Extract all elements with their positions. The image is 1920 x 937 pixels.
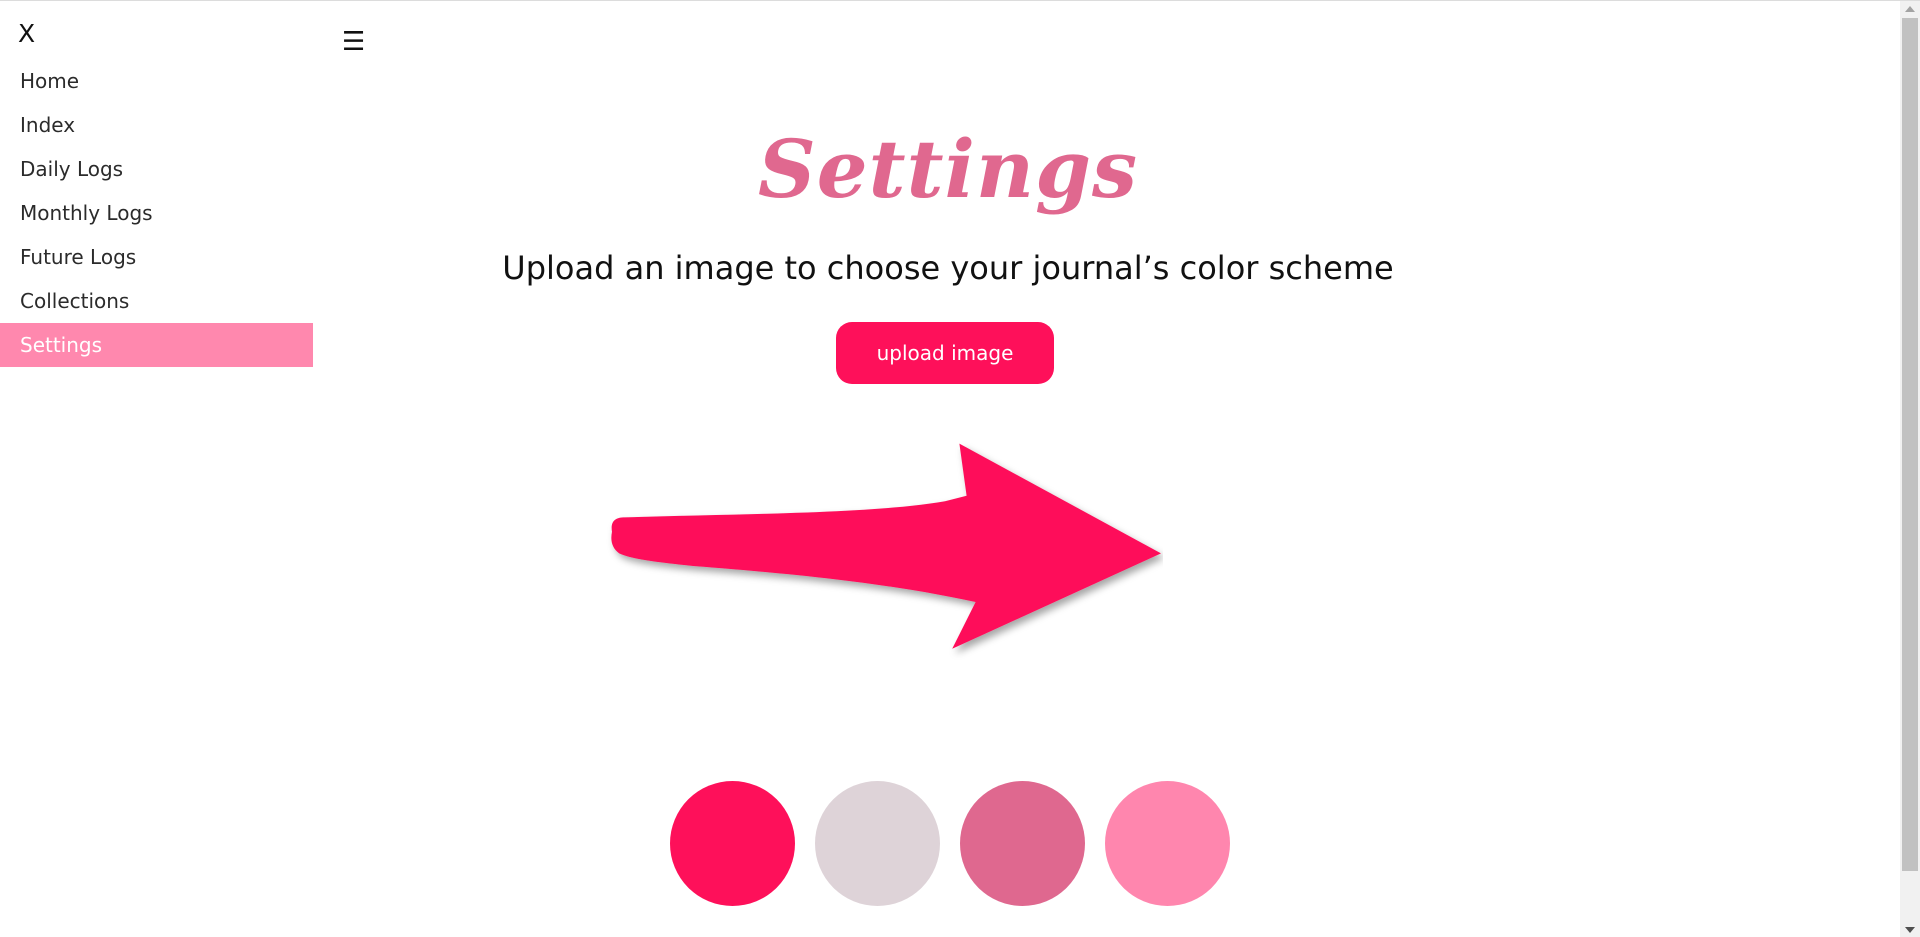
scroll-thumb[interactable] [1902, 18, 1918, 871]
main-content: Settings Upload an image to choose your … [313, 1, 1900, 937]
sidebar-item-collections[interactable]: Collections [0, 279, 313, 323]
vertical-scrollbar[interactable] [1900, 1, 1920, 937]
app-page: X Home Index Daily Logs Monthly Logs Fut… [0, 0, 1920, 937]
color-swatch-2[interactable] [815, 781, 940, 906]
color-swatch-1[interactable] [670, 781, 795, 906]
sidebar-item-index[interactable]: Index [0, 103, 313, 147]
upload-image-button[interactable]: upload image [836, 322, 1054, 384]
page-title: Settings [757, 122, 1139, 216]
close-sidebar-button[interactable]: X [18, 19, 35, 49]
scroll-down-arrow-icon[interactable] [1905, 927, 1915, 933]
sidebar-item-home[interactable]: Home [0, 59, 313, 103]
sidebar-nav: Home Index Daily Logs Monthly Logs Futur… [0, 59, 313, 367]
page-subtitle: Upload an image to choose your journal’s… [502, 249, 1394, 287]
color-swatch-4[interactable] [1105, 781, 1230, 906]
color-swatch-3[interactable] [960, 781, 1085, 906]
sidebar-item-monthly-logs[interactable]: Monthly Logs [0, 191, 313, 235]
sidebar-item-daily-logs[interactable]: Daily Logs [0, 147, 313, 191]
sidebar: X Home Index Daily Logs Monthly Logs Fut… [0, 1, 313, 937]
sidebar-item-future-logs[interactable]: Future Logs [0, 235, 313, 279]
arrow-right-icon [611, 443, 1161, 649]
sidebar-item-settings[interactable]: Settings [0, 323, 313, 367]
scroll-up-arrow-icon[interactable] [1905, 6, 1915, 12]
